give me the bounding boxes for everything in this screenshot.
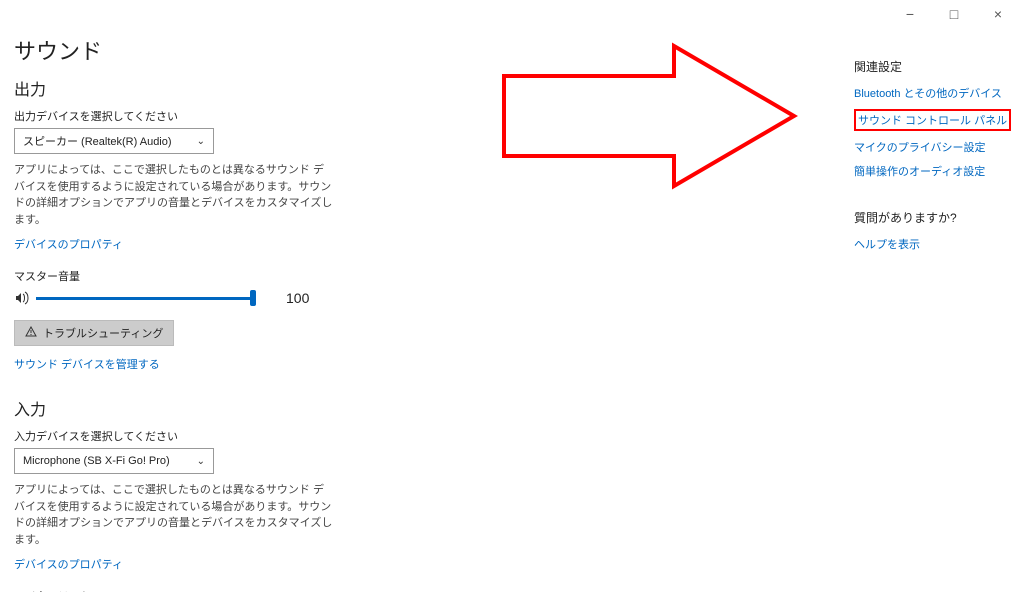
master-volume-slider[interactable] bbox=[36, 288, 256, 308]
related-settings-heading: 関連設定 bbox=[854, 58, 1024, 75]
output-troubleshoot-label: トラブルシューティング bbox=[43, 325, 163, 341]
input-description: アプリによっては、ここで選択したものとは異なるサウンド デバイスを使用するように… bbox=[14, 482, 334, 548]
output-description: アプリによっては、ここで選択したものとは異なるサウンド デバイスを使用するように… bbox=[14, 162, 334, 228]
mic-test-label: マイクのテスト bbox=[14, 588, 354, 592]
input-device-properties-link[interactable]: デバイスのプロパティ bbox=[14, 556, 123, 572]
ease-of-access-audio-link[interactable]: 簡単操作のオーディオ設定 bbox=[854, 163, 1024, 179]
output-device-select[interactable]: スピーカー (Realtek(R) Audio) ⌄ bbox=[14, 128, 214, 154]
annotation-arrow-icon bbox=[494, 36, 814, 216]
maximize-button[interactable]: □ bbox=[932, 0, 976, 28]
bluetooth-devices-link[interactable]: Bluetooth とその他のデバイス bbox=[854, 85, 1024, 101]
sound-control-panel-link[interactable]: サウンド コントロール パネル bbox=[858, 112, 1007, 128]
input-device-selected: Microphone (SB X-Fi Go! Pro) bbox=[23, 455, 170, 467]
chevron-down-icon: ⌄ bbox=[197, 456, 205, 467]
chevron-down-icon: ⌄ bbox=[197, 136, 205, 147]
help-heading: 質問がありますか? bbox=[854, 209, 1024, 226]
output-device-selected: スピーカー (Realtek(R) Audio) bbox=[23, 133, 172, 149]
input-device-label: 入力デバイスを選択してください bbox=[14, 428, 354, 444]
output-manage-devices-link[interactable]: サウンド デバイスを管理する bbox=[14, 356, 160, 372]
volume-value: 100 bbox=[286, 290, 309, 306]
output-troubleshoot-button[interactable]: トラブルシューティング bbox=[14, 320, 174, 346]
window-titlebar: − □ × bbox=[0, 0, 1024, 28]
input-device-select[interactable]: Microphone (SB X-Fi Go! Pro) ⌄ bbox=[14, 448, 214, 474]
mic-privacy-link[interactable]: マイクのプライバシー設定 bbox=[854, 139, 1024, 155]
annotation-highlight: サウンド コントロール パネル bbox=[854, 109, 1011, 131]
page-title: サウンド bbox=[14, 34, 354, 66]
output-device-properties-link[interactable]: デバイスのプロパティ bbox=[14, 236, 123, 252]
show-help-link[interactable]: ヘルプを表示 bbox=[854, 236, 1024, 252]
output-device-label: 出力デバイスを選択してください bbox=[14, 108, 354, 124]
output-heading: 出力 bbox=[14, 76, 354, 100]
speaker-icon[interactable] bbox=[14, 290, 30, 306]
input-heading: 入力 bbox=[14, 396, 354, 420]
minimize-button[interactable]: − bbox=[888, 0, 932, 28]
master-volume-label: マスター音量 bbox=[14, 268, 354, 284]
close-button[interactable]: × bbox=[976, 0, 1020, 28]
warning-icon bbox=[25, 326, 37, 341]
